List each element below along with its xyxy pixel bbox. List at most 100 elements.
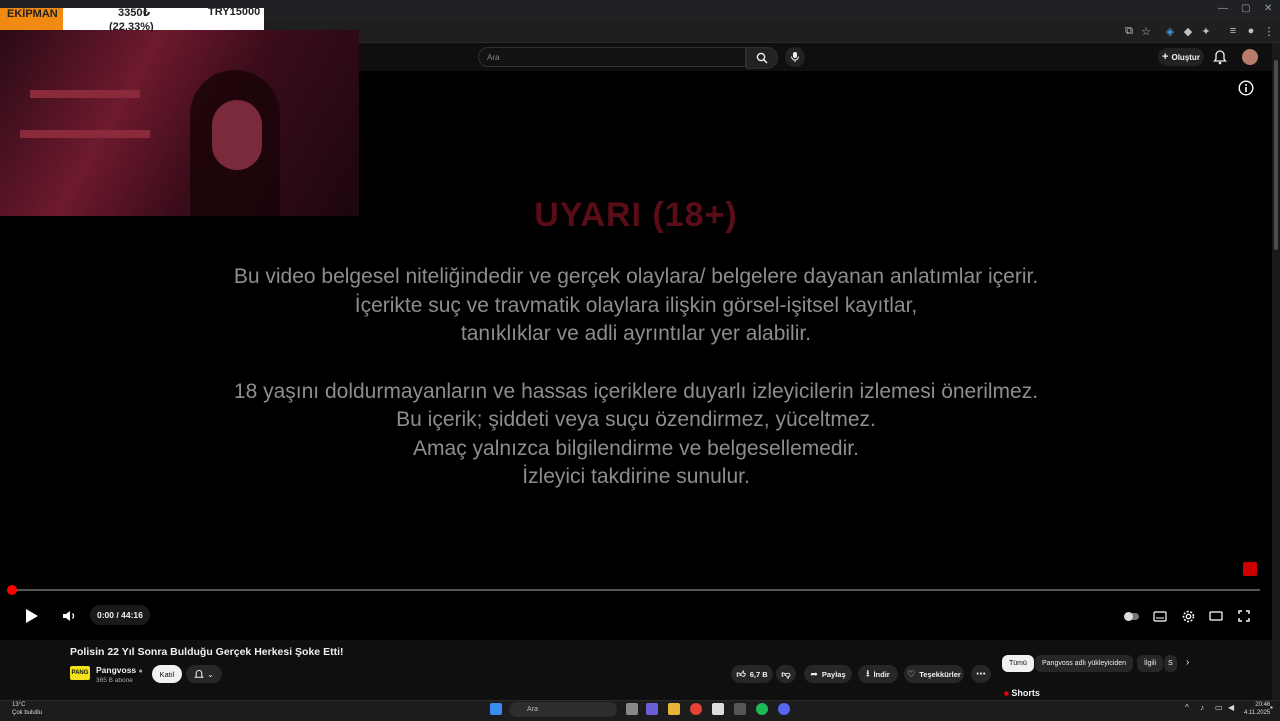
subscription-bell-button[interactable]: ⌄: [186, 665, 222, 683]
notification-center-icon[interactable]: ▪: [1270, 703, 1273, 712]
profile-icon[interactable]: ●: [1244, 24, 1258, 38]
warning-line: İzleyici takdirine sunulur.: [522, 465, 750, 488]
teams-icon[interactable]: [646, 703, 658, 715]
verified-icon: ●: [138, 668, 143, 675]
thanks-button[interactable]: ♡ Teşekkürler: [904, 665, 964, 683]
spotify-icon[interactable]: [756, 703, 768, 715]
account-avatar[interactable]: [1242, 49, 1258, 65]
clock-time: 20:46: [1255, 702, 1271, 708]
webcam-overlay: [0, 30, 359, 216]
dislike-button[interactable]: 👎︎: [776, 665, 796, 683]
share-label: Paylaş: [821, 669, 846, 679]
donation-goal-value: TRY15000: [208, 6, 261, 18]
warning-line: tanıklıklar ve adli ayrıntılar yer alabi…: [460, 322, 812, 345]
extension-diamond-icon[interactable]: ◆: [1181, 24, 1195, 38]
progress-bar[interactable]: [12, 589, 1260, 591]
notifications-bell-icon[interactable]: [1213, 49, 1227, 65]
warning-line: İçerikte suç ve travmatik olaylara ilişk…: [354, 294, 918, 317]
warning-line: Bu içerik; şiddeti veya suçu özendirmez,…: [396, 408, 876, 431]
chip-all[interactable]: Tümü: [1002, 655, 1034, 672]
donation-goal-label: EKİPMAN: [0, 8, 63, 30]
play-icon[interactable]: [22, 607, 40, 625]
theater-mode-button[interactable]: [1207, 607, 1225, 625]
share-button[interactable]: ➦ Paylaş: [804, 665, 852, 683]
fullscreen-button[interactable]: [1235, 607, 1253, 625]
subtitles-icon: [1153, 610, 1167, 622]
subtitles-button[interactable]: [1151, 607, 1169, 625]
search-button[interactable]: [746, 47, 778, 69]
scrollbar-thumb[interactable]: [1274, 60, 1278, 250]
obs-icon[interactable]: [734, 703, 746, 715]
volume-icon[interactable]: [60, 607, 78, 625]
voice-search-button[interactable]: [785, 47, 805, 67]
search-icon: [756, 52, 768, 64]
chrome-icon[interactable]: [690, 703, 702, 715]
create-button[interactable]: + Oluştur: [1158, 48, 1204, 66]
autoplay-toggle[interactable]: [1123, 607, 1141, 625]
create-label: Oluştur: [1171, 52, 1200, 62]
clock-date: 4.11.2025: [1244, 710, 1271, 716]
tray-chevron-icon[interactable]: ^: [1185, 703, 1189, 712]
chevron-down-icon: ⌄: [207, 669, 214, 679]
chip-related[interactable]: İlgili: [1137, 655, 1164, 672]
like-count: 6,7 B: [749, 669, 768, 679]
download-icon: ⭳: [866, 668, 870, 678]
browser-menu-icon[interactable]: ⋮: [1262, 24, 1276, 38]
progress-scrubber[interactable]: [7, 585, 17, 595]
warning-line: Amaç yalnızca bilgilendirme ve belgesell…: [413, 437, 859, 460]
share-icon: ➦: [810, 668, 818, 679]
fullscreen-icon: [1238, 610, 1250, 622]
thanks-label: Teşekkürler: [919, 669, 961, 679]
info-icon[interactable]: [1238, 80, 1254, 96]
download-label: İndir: [873, 669, 890, 679]
minimize-button[interactable]: —: [1218, 3, 1228, 14]
gear-icon: [1182, 610, 1194, 622]
weather-desc: Çok bulutlu: [12, 710, 43, 716]
mic-tray-icon[interactable]: ♪: [1200, 703, 1204, 712]
chevron-right-icon[interactable]: ›: [1186, 657, 1189, 668]
store-icon[interactable]: [712, 703, 724, 715]
tab-search-icon[interactable]: ≡: [1226, 24, 1240, 38]
taskbar-clock[interactable]: 20:46 4.11.2025: [1244, 701, 1270, 717]
like-button[interactable]: 👍︎ 6,7 B: [731, 665, 773, 683]
warning-line: 18 yaşını doldurmayanların ve hassas içe…: [233, 380, 1039, 403]
settings-button[interactable]: [1179, 607, 1197, 625]
channel-avatar[interactable]: PANG: [70, 666, 90, 680]
speaker-icon[interactable]: ◀: [1228, 703, 1234, 712]
donation-percent: (22.33%): [109, 21, 154, 33]
super-thanks-icon: ♡: [907, 668, 916, 679]
close-window-button[interactable]: ✕: [1264, 3, 1272, 14]
thumbs-up-icon: 👍︎: [736, 668, 746, 679]
file-explorer-icon[interactable]: [668, 703, 680, 715]
weather-widget[interactable]: 13°C Çok bulutlu: [12, 701, 42, 717]
more-icon: ⋯: [976, 668, 986, 680]
install-app-icon[interactable]: ⧉: [1122, 24, 1136, 38]
shorts-heading: ■ Shorts: [1004, 688, 1040, 698]
join-button[interactable]: Katıl: [152, 665, 182, 683]
warning-line: Bu video belgesel niteliğindedir ve gerç…: [233, 265, 1039, 288]
weather-temp: 13°C: [12, 702, 26, 708]
task-view-icon[interactable]: [626, 703, 638, 715]
download-button[interactable]: ⭳ İndir: [858, 665, 898, 683]
subscriber-count: 365 B abone: [96, 677, 133, 684]
windows-start-icon[interactable]: [490, 703, 502, 715]
extensions-puzzle-icon[interactable]: ✦: [1199, 24, 1213, 38]
channel-name[interactable]: Pangvoss ●: [96, 665, 143, 675]
bookmark-star-icon[interactable]: ☆: [1139, 24, 1153, 38]
plus-icon: +: [1162, 51, 1169, 63]
maximize-button[interactable]: ▢: [1241, 3, 1250, 14]
taskbar-search[interactable]: Ara: [509, 702, 617, 717]
more-actions-button[interactable]: ⋯: [971, 665, 991, 683]
channel-name-text: Pangvoss: [96, 665, 137, 675]
shorts-icon: ■: [1004, 689, 1009, 698]
youtube-logo-icon[interactable]: [1243, 562, 1257, 576]
discord-icon[interactable]: [778, 703, 790, 715]
search-input[interactable]: Ara: [478, 47, 746, 67]
bell-icon: [194, 669, 204, 678]
extension-icon[interactable]: ◈: [1163, 24, 1177, 38]
chip-from-uploader[interactable]: Pangvoss adlı yükleyiciden: [1035, 655, 1134, 672]
network-icon[interactable]: ▭: [1215, 703, 1223, 712]
chip-more[interactable]: S: [1164, 655, 1177, 672]
thumbs-down-icon: 👎︎: [781, 668, 791, 679]
video-title: Polisin 22 Yıl Sonra Bulduğu Gerçek Herk…: [70, 646, 344, 658]
